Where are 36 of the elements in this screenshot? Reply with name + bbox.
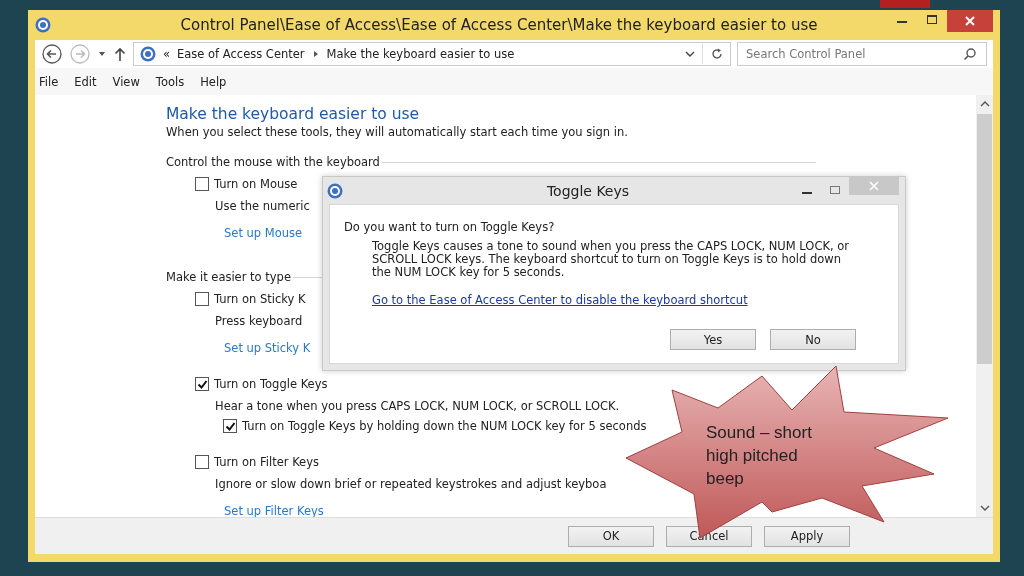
checkbox[interactable]: Turn on Mouse (195, 177, 298, 191)
breadcrumb[interactable]: Make the keyboard easier to use (326, 47, 515, 61)
checkbox[interactable]: Turn on Toggle Keys (195, 377, 328, 391)
section-heading: Make it easier to type (166, 270, 291, 284)
page-subtitle: When you select these tools, they will automatically start each time you sign in. (166, 125, 629, 139)
dialog-button[interactable]: Apply (764, 525, 850, 547)
checkbox[interactable]: Turn on Sticky K (195, 292, 306, 306)
dialog-button[interactable]: Yes (670, 329, 756, 350)
address-bar[interactable]: « Ease of Access Center Make the keyboard easier to use (133, 42, 731, 66)
dialog-question: Do you want to turn on Toggle Keys? (344, 220, 556, 234)
section-heading: Control the mouse with the keyboard (166, 155, 380, 169)
setup-link[interactable]: Set up Filter Keys (224, 504, 324, 518)
dialog-message: Toggle Keys causes a tone to sound when you press the CAPS LOCK, NUM LOCK, or SCROLL LOCK keys. The keyboard shortcut to turn on Toggle Keys is to hold down the NUM LOCK key for 5 seconds. (372, 240, 851, 279)
disable-shortcut-link[interactable]: Go to the Ease of Access Center to disable the keyboard shortcut (372, 293, 748, 307)
description: Use the numeric (215, 199, 310, 213)
checkbox[interactable]: Turn on Filter Keys (195, 455, 319, 469)
menu-item[interactable]: Edit (74, 74, 97, 89)
dialog-title: Toggle Keys (545, 182, 631, 199)
menu-item[interactable]: View (112, 74, 140, 89)
dialog-button[interactable]: OK (568, 525, 654, 547)
description: Ignore or slow down brief or repeated keystrokes and adjust keyboa (215, 477, 607, 491)
breadcrumb[interactable]: Ease of Access Center (177, 47, 305, 61)
window-title: Control Panel\Ease of Access\Ease of Access Center\Make the keyboard easier to use (179, 16, 819, 34)
page-title: Make the keyboard easier to use (166, 105, 421, 123)
overflow-chevron[interactable]: « (163, 47, 171, 61)
setup-link[interactable]: Set up Mouse (224, 226, 303, 240)
dialog-button[interactable]: No (770, 329, 856, 350)
menu-item[interactable]: File (39, 74, 59, 89)
menu-item[interactable]: Help (200, 74, 227, 89)
setup-link[interactable]: Set up Sticky K (224, 341, 311, 355)
description: Hear a tone when you press CAPS LOCK, NUM LOCK, or SCROLL LOCK. (215, 399, 620, 413)
checkbox[interactable]: Turn on Toggle Keys by holding down the NUM LOCK key for 5 seconds (223, 419, 647, 433)
callout-text: Sound – short high pitched beep (706, 422, 813, 490)
menu-item[interactable]: Tools (155, 74, 185, 89)
description: Press keyboard (215, 314, 303, 328)
search-field[interactable]: Search Control Panel (737, 42, 987, 66)
